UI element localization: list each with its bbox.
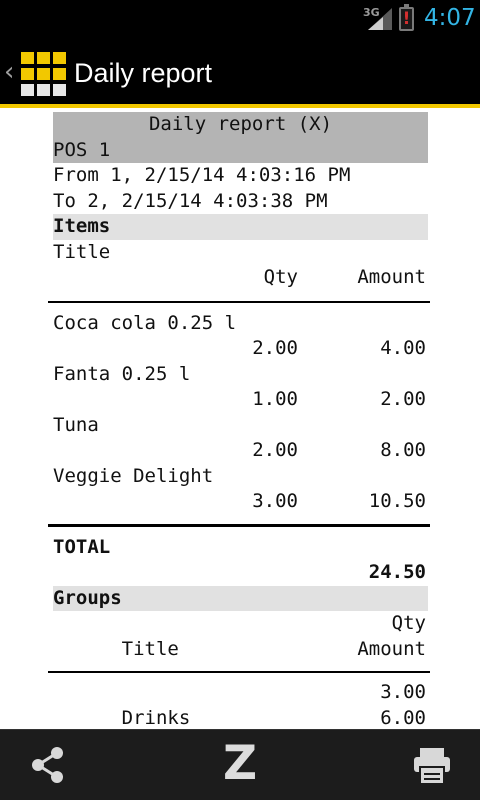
page-title: Daily report [74,58,213,88]
z-report-button[interactable]: Z [223,736,257,792]
groups-col-qty: Qty [391,612,426,634]
item-amount: 8.00 [380,439,426,461]
items-col-amount: Amount [357,266,426,288]
report-pos: POS 1 [53,137,428,163]
items-col-title: Title [53,240,111,263]
items-col-qty: Qty [263,266,298,288]
report-to: To 2, 2/15/14 4:03:38 PM [53,189,328,212]
report-scroll-area[interactable]: Daily report (X) POS 1 From 1, 2/15/14 4… [0,108,480,729]
group-qty: 3.00 [380,681,426,703]
groups-col-header-row: Title Qty [53,611,428,660]
items-section-header: Items [53,214,428,240]
item-amount: 10.50 [368,490,426,512]
item-qty: 3.00 [252,490,298,512]
battery-alert-label: ! [402,9,411,29]
battery-icon: ! [399,4,414,31]
status-clock: 4:07 [424,5,476,31]
item-values-row: 3.00 10.50 [53,489,428,515]
item-qty: 2.00 [252,439,298,461]
item-values-row: 2.00 8.00 [53,438,428,464]
item-amount: 4.00 [380,337,426,359]
printer-icon[interactable] [413,747,451,785]
groups-section-header: Groups [53,585,428,611]
status-bar: 3G ! 4:07 [0,0,480,38]
total-divider [48,524,430,527]
bottom-action-bar: Z [0,729,480,800]
action-bar: ‹ Daily report [0,38,480,108]
signal-icon [368,8,392,30]
up-caret-icon[interactable]: ‹ [4,58,14,86]
items-divider [48,301,430,303]
group-name: Drinks [121,706,191,729]
item-qty: 2.00 [252,337,298,359]
group-row: Drinks 3.00 [53,680,428,729]
report-title: Daily report (X) [53,112,428,138]
report-from: From 1, 2/15/14 4:03:16 PM [53,164,351,186]
item-amount: 2.00 [380,388,426,410]
items-col-header-row: Qty Amount [53,265,428,291]
share-icon[interactable] [30,746,66,784]
app-grid-icon[interactable] [21,52,66,96]
item-qty: 1.00 [252,388,298,410]
item-values-row: 1.00 2.00 [53,387,428,413]
item-values-row: 2.00 4.00 [53,336,428,362]
groups-col-title: Title [121,637,179,660]
groups-divider [48,671,430,673]
daily-report-receipt: Daily report (X) POS 1 From 1, 2/15/14 4… [48,112,430,729]
